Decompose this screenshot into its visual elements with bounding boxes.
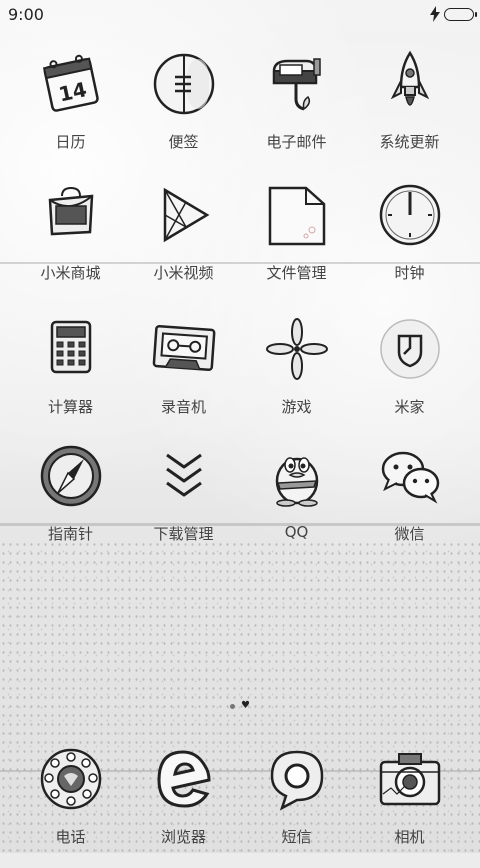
play-icon — [153, 184, 215, 246]
app-label: 电话 — [55, 828, 86, 846]
app-clock[interactable]: 时钟 — [353, 184, 466, 304]
compass-icon — [40, 445, 102, 507]
app-label: 下载管理 — [153, 525, 214, 543]
app-label: 小米商城 — [40, 264, 101, 282]
app-download-manager[interactable]: 下载管理 — [127, 445, 240, 565]
app-label: 微信 — [394, 525, 425, 543]
app-mijia[interactable]: 米家 — [353, 318, 466, 438]
app-label: 计算器 — [47, 398, 93, 416]
pinwheel-icon — [266, 318, 328, 380]
app-games[interactable]: 游戏 — [240, 318, 353, 438]
status-time: 9:00 — [8, 5, 44, 24]
dock-messages[interactable]: 短信 — [240, 748, 353, 868]
cassette-icon — [152, 318, 216, 380]
app-label: 指南针 — [47, 525, 93, 543]
mailbox-icon — [266, 53, 328, 115]
app-wechat[interactable]: 微信 — [353, 445, 466, 565]
calendar-icon: 14 — [40, 53, 102, 115]
qq-penguin-icon — [266, 445, 328, 507]
page-dot[interactable] — [230, 703, 236, 709]
app-label: 录音机 — [160, 398, 206, 416]
browser-icon — [153, 748, 215, 810]
folder-icon — [266, 184, 328, 246]
app-label: 浏览器 — [160, 828, 206, 846]
page-dot-current-icon[interactable]: ♥ — [241, 701, 250, 711]
app-qq[interactable]: QQ — [240, 445, 353, 565]
app-file-manager[interactable]: 文件管理 — [240, 184, 353, 304]
wechat-icon — [379, 445, 441, 507]
camera-icon — [379, 748, 441, 810]
calculator-icon — [40, 318, 102, 380]
dock-camera[interactable]: 相机 — [353, 748, 466, 868]
battery-icon — [444, 8, 477, 21]
app-mi-video[interactable]: 小米视频 — [127, 184, 240, 304]
dock-phone[interactable]: 电话 — [14, 748, 127, 868]
message-bubble-icon — [266, 748, 328, 811]
dock-browser[interactable]: 浏览器 — [127, 748, 240, 868]
app-label: 电子邮件 — [266, 133, 327, 151]
app-notes[interactable]: 便签 — [127, 53, 240, 173]
app-email[interactable]: 电子邮件 — [240, 53, 353, 173]
app-calculator[interactable]: 计算器 — [14, 318, 127, 438]
notes-icon — [153, 53, 215, 115]
app-label: 系统更新 — [379, 133, 440, 151]
clock-icon — [379, 184, 441, 246]
app-compass[interactable]: 指南针 — [14, 445, 127, 565]
app-label: 米家 — [394, 398, 425, 416]
status-bar: 9:00 — [0, 0, 480, 30]
app-recorder[interactable]: 录音机 — [127, 318, 240, 438]
app-label: 便签 — [168, 133, 199, 151]
app-mi-store[interactable]: 小米商城 — [14, 184, 127, 304]
app-label: 短信 — [281, 828, 312, 846]
shopping-bag-icon — [40, 184, 102, 246]
app-system-update[interactable]: 系统更新 — [353, 50, 466, 173]
app-label: 时钟 — [394, 264, 425, 282]
download-chevrons-icon — [153, 445, 215, 507]
app-calendar[interactable]: 14 日历 — [14, 53, 127, 173]
app-label: 日历 — [55, 133, 86, 151]
rotary-phone-icon — [40, 748, 102, 810]
app-label: 文件管理 — [266, 264, 327, 282]
app-label: 相机 — [394, 828, 425, 846]
mijia-icon — [379, 318, 441, 380]
app-label: 游戏 — [281, 398, 312, 416]
app-label: 小米视频 — [153, 264, 214, 282]
app-label: QQ — [284, 523, 309, 541]
rocket-icon — [379, 50, 441, 115]
charging-icon — [430, 6, 440, 22]
page-indicator[interactable]: ♥ — [0, 700, 480, 712]
